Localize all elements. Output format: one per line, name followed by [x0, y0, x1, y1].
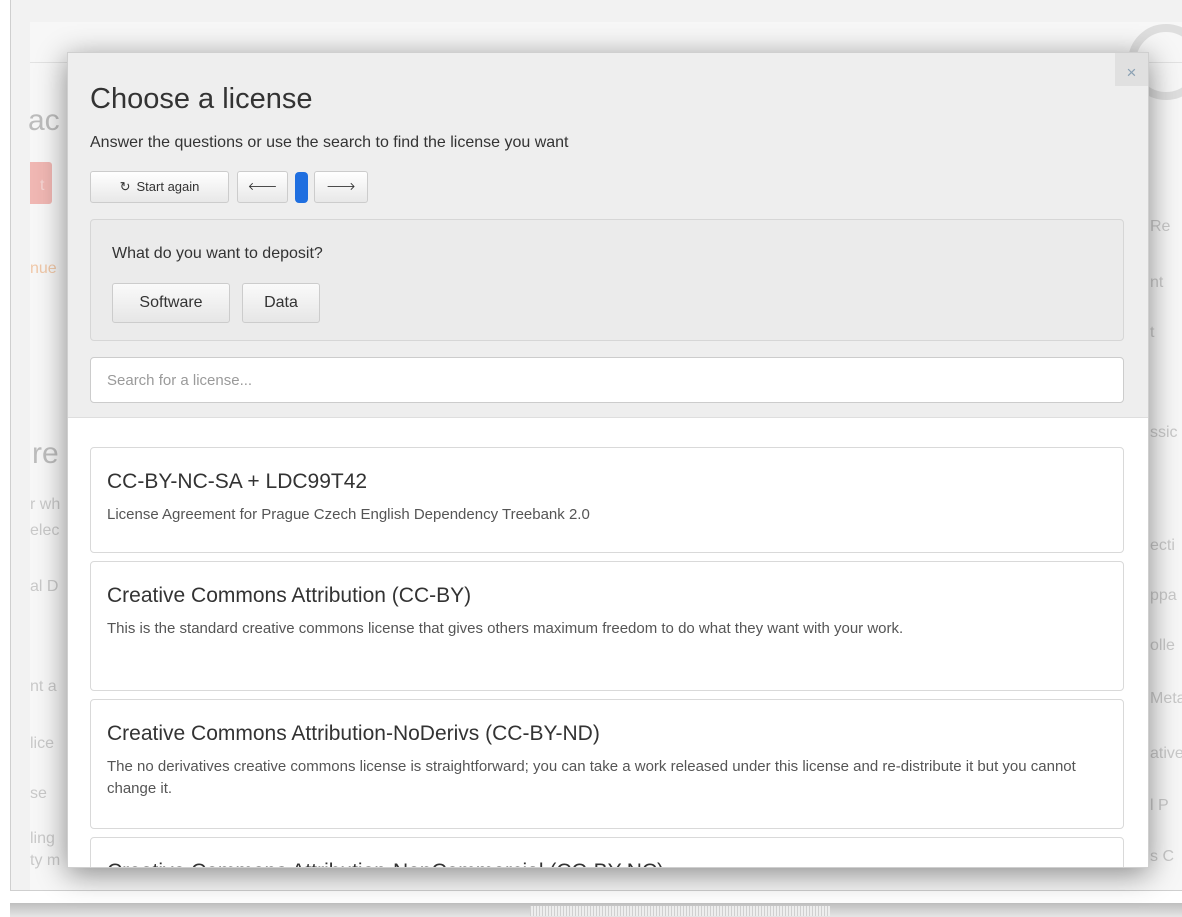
- background-text: nue: [30, 260, 57, 277]
- background-text: lice: [30, 735, 55, 752]
- background-text: se: [30, 785, 47, 802]
- background-text: l P: [1150, 797, 1169, 814]
- close-button[interactable]: ×: [1115, 53, 1148, 86]
- license-title: Creative Commons Attribution (CC-BY): [107, 584, 472, 607]
- background-text: re: [32, 437, 59, 470]
- answer-software-button[interactable]: Software: [112, 283, 230, 323]
- step-progress-indicator: [295, 172, 308, 203]
- license-item[interactable]: CC-BY-NC-SA + LDC99T42 License Agreement…: [90, 447, 1124, 553]
- question-panel: What do you want to deposit? Software Da…: [90, 219, 1124, 341]
- license-item[interactable]: Creative Commons Attribution-NonCommerci…: [90, 837, 1124, 867]
- background-text: al D: [30, 578, 59, 595]
- background-text: s C: [1150, 848, 1174, 865]
- background-text: ative: [1150, 745, 1182, 762]
- refresh-icon: ↻: [119, 179, 131, 194]
- background-text: ty m: [30, 852, 61, 869]
- modal-title: Choose a license: [90, 83, 313, 115]
- license-chooser-modal: × Choose a license Answer the questions …: [67, 52, 1149, 868]
- background-text: Re: [1150, 218, 1171, 235]
- modal-header: × Choose a license Answer the questions …: [68, 53, 1148, 418]
- background-text: elec: [30, 522, 60, 539]
- license-description: The no derivatives creative commons lice…: [107, 758, 1076, 797]
- modal-subtitle: Answer the questions or use the search t…: [90, 134, 569, 151]
- background-text: nt: [1150, 274, 1164, 291]
- background-text: ac: [28, 104, 60, 137]
- background-text: ecti: [1150, 537, 1175, 554]
- background-text: r wh: [30, 496, 61, 513]
- license-item[interactable]: Creative Commons Attribution-NoDerivs (C…: [90, 699, 1124, 829]
- arrow-left-icon: 🡐: [247, 181, 278, 193]
- license-description: This is the standard creative commons li…: [107, 620, 904, 637]
- arrow-right-icon: 🡒: [326, 181, 356, 193]
- background-text: ling: [30, 830, 55, 847]
- background-text: nt a: [30, 678, 57, 695]
- license-title: CC-BY-NC-SA + LDC99T42: [107, 470, 368, 493]
- background-text: ppa: [1150, 587, 1177, 604]
- background-text: Meta: [1150, 690, 1182, 707]
- next-step-button[interactable]: 🡒: [314, 171, 368, 203]
- license-description: License Agreement for Prague Czech Engli…: [107, 506, 590, 523]
- background-text: olle: [1150, 637, 1175, 654]
- background-text: ssic: [1150, 424, 1178, 441]
- license-title: Creative Commons Attribution-NonCommerci…: [107, 860, 1107, 867]
- background-divider: [30, 62, 70, 63]
- answer-data-button[interactable]: Data: [242, 283, 320, 323]
- background-text: t: [40, 177, 45, 194]
- license-title: Creative Commons Attribution-NoDerivs (C…: [107, 722, 600, 745]
- start-again-label: Start again: [136, 179, 200, 194]
- previous-step-button[interactable]: 🡐: [237, 171, 288, 203]
- start-again-button[interactable]: ↻ Start again: [90, 171, 229, 203]
- license-item[interactable]: Creative Commons Attribution (CC-BY) Thi…: [90, 561, 1124, 691]
- question-text: What do you want to deposit?: [112, 245, 323, 262]
- background-bottom-pattern: [530, 906, 830, 916]
- license-search-input[interactable]: [90, 357, 1124, 403]
- background-text: t: [1150, 324, 1155, 341]
